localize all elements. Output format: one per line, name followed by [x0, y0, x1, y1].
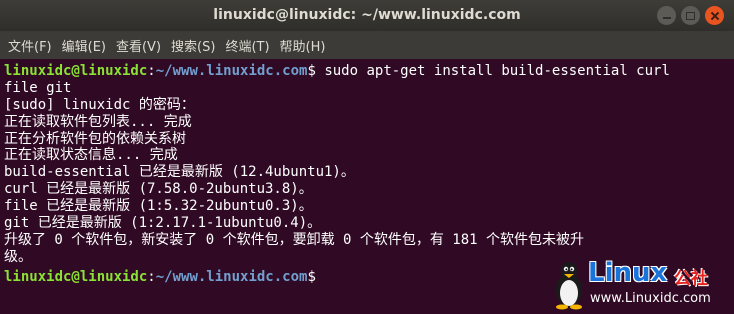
output-line: curl 已经是最新版 (7.58.0-2ubuntu3.8)。 — [4, 181, 313, 198]
prompt-separator: : — [147, 268, 156, 285]
output-line: file 已经是最新版 (1:5.32-2ubuntu0.3)。 — [4, 198, 313, 215]
window-title: linuxidc@linuxidc: ~/www.linuxidc.com — [213, 7, 521, 23]
watermark-url: www.Linuxidc.com — [590, 291, 711, 306]
menu-edit[interactable]: 编辑(E) — [54, 36, 106, 55]
menu-file[interactable]: 文件(F) — [0, 36, 52, 55]
watermark-suffix: 公社 — [674, 269, 708, 289]
window-controls — [657, 6, 724, 25]
prompt-user: linuxidc@linuxidc — [4, 268, 148, 285]
menu-help[interactable]: 帮助(H) — [272, 36, 326, 55]
close-icon — [710, 11, 720, 21]
watermark-logo: Linux 公社 www.Linuxidc.com — [552, 258, 730, 312]
prompt-symbol: $ — [307, 268, 325, 285]
close-button[interactable] — [705, 6, 724, 25]
title-bar[interactable]: linuxidc@linuxidc: ~/www.linuxidc.com — [0, 0, 734, 31]
menu-bar: 文件(F) 编辑(E) 查看(V) 搜索(S) 终端(T) 帮助(H) — [0, 31, 734, 59]
menu-terminal[interactable]: 终端(T) — [217, 36, 269, 55]
terminal-window: linuxidc@linuxidc: ~/www.linuxidc.com 文件… — [0, 0, 734, 314]
prompt-separator: : — [147, 63, 156, 79]
terminal-cursor — [324, 266, 332, 281]
output-line: git 已经是最新版 (1:2.17.1-1ubuntu0.4)。 — [4, 215, 322, 232]
prompt-user: linuxidc@linuxidc — [4, 63, 148, 79]
output-line: build-essential 已经是最新版 (12.4ubuntu1)。 — [4, 164, 355, 181]
menu-view[interactable]: 查看(V) — [108, 36, 161, 55]
tux-penguin-icon — [556, 262, 582, 310]
command-wrap: file git — [4, 79, 72, 96]
prompt-path: ~/www.linuxidc.com — [155, 268, 308, 285]
minimize-icon — [662, 16, 671, 19]
minimize-button[interactable] — [657, 6, 676, 25]
output-line: 正在读取软件包列表... 完成 — [4, 113, 192, 130]
prompt-path: ~/www.linuxidc.com — [155, 63, 308, 79]
maximize-button[interactable] — [681, 6, 700, 25]
output-line: 升级了 0 个软件包，新安装了 0 个软件包，要卸载 0 个软件包，有 181 … — [4, 231, 584, 248]
maximize-icon — [686, 11, 695, 20]
command-line: linuxidc@linuxidc:~/www.linuxidc.com$ su… — [4, 63, 734, 80]
output-line: 正在分析软件包的依赖关系树 — [4, 130, 186, 147]
prompt-symbol: $ — [307, 63, 325, 79]
menu-search[interactable]: 搜索(S) — [163, 36, 215, 55]
output-line: [sudo] linuxidc 的密码： — [4, 96, 195, 113]
command-text: sudo apt-get install build-essential cur… — [324, 63, 670, 79]
output-line: 正在读取状态信息... 完成 — [4, 147, 178, 164]
watermark-brand: Linux — [588, 258, 668, 288]
